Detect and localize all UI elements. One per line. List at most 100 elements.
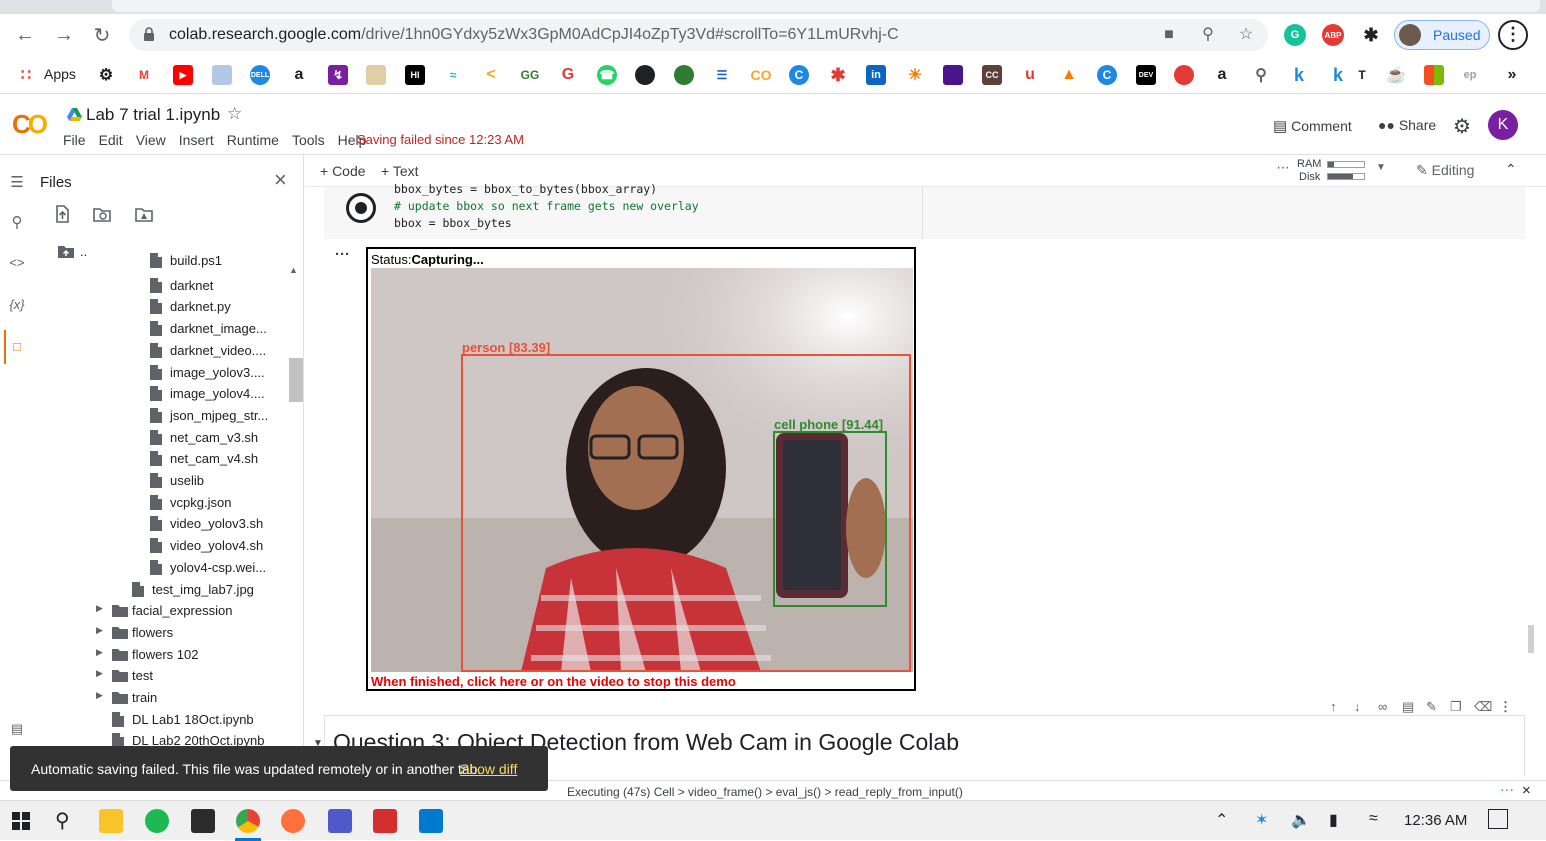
save-status[interactable]: Saving failed since 12:23 AM <box>357 132 524 147</box>
file-panel-scrollbar[interactable]: ▲ <box>286 255 303 800</box>
code-cell[interactable]: bbox_bytes = bbox_to_bytes(bbox_array) #… <box>324 182 1525 239</box>
bookmark-icon[interactable]: C <box>789 65 809 85</box>
code-snippets-icon[interactable]: <> <box>8 255 26 273</box>
address-bar[interactable]: colab.research.google.com/drive/1hn0GYdx… <box>129 19 1268 51</box>
spotify-icon[interactable] <box>145 809 169 833</box>
bookmark-star-icon[interactable]: ☆ <box>1237 26 1255 44</box>
windows-start-icon[interactable] <box>12 812 30 830</box>
apps-grid-icon[interactable]: ∷ <box>16 65 36 85</box>
extensions-puzzle-icon[interactable]: ✱ <box>1360 24 1382 46</box>
bookmark-icon[interactable] <box>674 65 694 85</box>
expand-caret-icon[interactable]: ▶ <box>96 625 103 636</box>
bookmark-icon[interactable]: CC <box>982 65 1002 85</box>
menu-runtime[interactable]: Runtime <box>227 132 279 148</box>
bookmark-icon[interactable] <box>1174 65 1194 85</box>
firefox-icon[interactable] <box>281 809 305 833</box>
expand-caret-icon[interactable]: ▶ <box>96 690 103 701</box>
menu-insert[interactable]: Insert <box>179 132 214 148</box>
chrome-icon[interactable] <box>236 809 260 833</box>
code-editor[interactable]: bbox_bytes = bbox_to_bytes(bbox_array) #… <box>394 181 699 232</box>
teams-icon[interactable] <box>328 809 352 833</box>
notebook-scrollbar-thumb[interactable] <box>1528 625 1534 653</box>
bookmark-icon[interactable]: k <box>1289 65 1309 85</box>
bookmark-icon[interactable]: HI <box>405 65 425 85</box>
notifications-icon[interactable] <box>1488 809 1508 829</box>
bookmark-geeksforgeeks-icon[interactable]: GG <box>520 65 540 85</box>
camera-icon[interactable]: ■ <box>1160 26 1178 44</box>
webcam-video[interactable]: person [83.39] cell phone [91.44] <box>371 268 913 672</box>
bookmark-settings-icon[interactable]: ⚙ <box>96 65 116 85</box>
more-options-icon[interactable]: ⋮ <box>1499 699 1512 715</box>
chrome-menu-icon[interactable]: ⋮ <box>1498 20 1528 50</box>
bookmark-icon[interactable]: k <box>1328 65 1348 85</box>
tray-overflow-icon[interactable]: ⌃ <box>1215 810 1228 830</box>
search-icon[interactable]: ⚲ <box>8 213 26 231</box>
show-diff-link[interactable]: Show diff <box>460 761 517 777</box>
bookmark-microsoft-icon[interactable] <box>1424 65 1444 85</box>
comment-cell-icon[interactable]: ▤ <box>1402 699 1414 715</box>
expand-caret-icon[interactable]: ▶ <box>96 603 103 614</box>
browser-tabs[interactable] <box>112 0 1540 12</box>
close-icon[interactable]: × <box>274 167 287 193</box>
stop-execution-icon[interactable] <box>346 193 376 223</box>
reload-icon[interactable]: ↻ <box>89 22 115 48</box>
disk-meter[interactable] <box>1327 173 1365 180</box>
bookmark-github-icon[interactable] <box>635 65 655 85</box>
bookmark-icon[interactable] <box>943 65 963 85</box>
acrobat-icon[interactable] <box>373 809 397 833</box>
settings-gear-icon[interactable]: ⚙ <box>1453 114 1471 139</box>
bookmark-icon[interactable] <box>366 65 386 85</box>
bookmark-icon[interactable]: T <box>1352 65 1372 85</box>
taskbar-clock[interactable]: 12:36 AM <box>1404 812 1467 829</box>
share-button[interactable]: ●● Share <box>1378 117 1436 133</box>
profile-button[interactable]: Paused <box>1394 20 1490 50</box>
bookmark-icon[interactable]: G <box>558 65 578 85</box>
comment-button[interactable]: ▤ Comment <box>1273 117 1352 135</box>
bluetooth-icon[interactable]: ✶ <box>1255 810 1268 830</box>
bookmark-youtube-icon[interactable]: ▶ <box>173 65 193 85</box>
colab-logo[interactable]: CO <box>12 109 48 140</box>
add-text-button[interactable]: + Text <box>381 163 419 179</box>
expand-caret-icon[interactable]: ▶ <box>96 668 103 679</box>
bookmark-dev-icon[interactable]: DEV <box>1136 65 1156 85</box>
edit-pencil-icon[interactable]: ✎ <box>1426 699 1437 715</box>
menu-tools[interactable]: Tools <box>292 132 325 148</box>
star-icon[interactable]: ☆ <box>227 104 242 124</box>
zoom-icon[interactable]: ⚲ <box>1199 26 1217 44</box>
mount-drive-icon[interactable] <box>135 205 153 223</box>
bookmark-amazon-icon[interactable]: a <box>1212 65 1232 85</box>
grammarly-icon[interactable]: G <box>1284 24 1306 46</box>
upload-icon[interactable] <box>53 205 71 223</box>
bookmark-icon[interactable]: ep <box>1460 65 1480 85</box>
bookmark-icon[interactable]: ▲ <box>1059 65 1079 85</box>
scroll-up-arrow-icon[interactable]: ▲ <box>289 265 298 275</box>
bookmark-search-icon[interactable]: ⚲ <box>1251 65 1271 85</box>
vscode-icon[interactable] <box>419 809 443 833</box>
bookmark-amazon-icon[interactable]: a <box>289 65 309 85</box>
mirror-cell-icon[interactable]: ❐ <box>1450 699 1462 715</box>
bookmark-colab-icon[interactable]: CO <box>751 65 772 85</box>
move-down-icon[interactable]: ↓ <box>1354 699 1361 714</box>
resources-dropdown-icon[interactable]: ▼ <box>1376 162 1386 173</box>
bookmark-icon[interactable]: ☰ <box>712 65 732 85</box>
notebook-title[interactable]: Lab 7 trial 1.ipynb <box>86 105 220 125</box>
collapse-header-icon[interactable]: ⌃ <box>1505 161 1517 178</box>
bookmark-icon[interactable]: C <box>1097 65 1117 85</box>
editing-mode-button[interactable]: ✎ Editing <box>1416 162 1474 179</box>
bookmark-icon[interactable]: ☀ <box>905 65 925 85</box>
volume-icon[interactable]: 🔈 <box>1291 810 1311 830</box>
close-status-icon[interactable]: × <box>1522 782 1531 799</box>
bookmark-icon[interactable]: ✱ <box>828 65 848 85</box>
stop-demo-link[interactable]: When finished, click here or on the vide… <box>371 674 736 689</box>
refresh-folder-icon[interactable] <box>93 205 111 223</box>
bookmark-icon[interactable]: u <box>1020 65 1040 85</box>
link-icon[interactable]: ∞ <box>1378 699 1387 714</box>
back-arrow-icon[interactable]: ← <box>12 22 38 48</box>
battery-icon[interactable]: ▮ <box>1329 810 1338 830</box>
add-code-button[interactable]: + Code <box>320 163 366 179</box>
output-menu-icon[interactable]: ··· <box>335 246 350 263</box>
menu-view[interactable]: View <box>136 132 166 148</box>
delete-icon[interactable]: ⌫ <box>1474 699 1492 715</box>
menu-edit[interactable]: Edit <box>99 132 123 148</box>
wifi-icon[interactable]: ≈ <box>1369 810 1378 828</box>
